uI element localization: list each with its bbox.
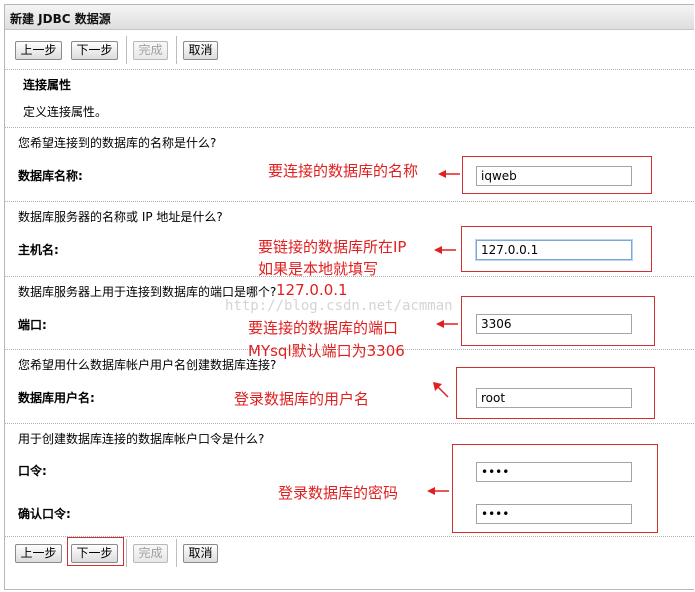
bottom-prev-button[interactable]: 上一步 [15, 544, 62, 563]
window-titlebar: 新建 JDBC 数据源 [5, 5, 694, 30]
annotation-port-line2: MYsql默认端口为3306 [248, 342, 405, 360]
window-title: 新建 JDBC 数据源 [10, 12, 111, 26]
section-description: 定义连接属性。 [23, 105, 108, 119]
db-name-label: 数据库名称: [18, 169, 83, 183]
arrow-up-left-icon [433, 382, 449, 398]
divider [5, 69, 694, 70]
divider [5, 201, 694, 202]
password-label: 口令: [18, 464, 47, 478]
annotation-user: 登录数据库的用户名 [234, 390, 370, 408]
toolbar-separator [176, 36, 177, 64]
host-question: 数据库服务器的名称或 IP 地址是什么? [18, 210, 223, 224]
port-input[interactable] [476, 314, 632, 334]
user-input[interactable] [476, 388, 632, 408]
divider [5, 423, 694, 424]
bottom-cancel-button[interactable]: 取消 [183, 544, 218, 563]
bottom-next-button[interactable]: 下一步 [71, 544, 118, 563]
annotation-db-name: 要连接的数据库的名称 [268, 162, 419, 180]
arrow-left-icon [434, 246, 456, 254]
port-label: 端口: [18, 318, 47, 332]
password-question: 用于创建数据库连接的数据库帐户口令是什么? [18, 432, 265, 446]
section-heading: 连接属性 [23, 78, 72, 92]
toolbar-separator [176, 539, 177, 567]
top-prev-button[interactable]: 上一步 [15, 41, 62, 60]
arrow-left-icon [438, 170, 460, 178]
annotation-host-line1: 要链接的数据库所在IP [258, 238, 407, 256]
annotation-host-line3: 127.0.0.1 [276, 281, 348, 299]
bottom-finish-button[interactable]: 完成 [133, 544, 168, 563]
user-question: 您希望用什么数据库帐户用户名创建数据库连接? [18, 358, 277, 372]
db-name-question: 您希望连接到的数据库的名称是什么? [18, 136, 217, 150]
top-finish-button[interactable]: 完成 [133, 41, 168, 60]
arrow-left-icon [436, 320, 458, 328]
toolbar-separator [126, 539, 127, 567]
host-label: 主机名: [18, 243, 59, 257]
user-label: 数据库用户名: [18, 391, 95, 405]
annotation-host-line2: 如果是本地就填写 [258, 260, 379, 278]
annotation-port-line1: 要连接的数据库的端口 [248, 319, 399, 337]
annotation-password: 登录数据库的密码 [278, 484, 399, 502]
password-input[interactable] [476, 462, 632, 482]
arrow-left-icon [427, 487, 449, 495]
host-input[interactable] [476, 240, 632, 260]
top-next-button[interactable]: 下一步 [71, 41, 118, 60]
confirm-password-input[interactable] [476, 504, 632, 524]
divider [5, 536, 694, 537]
confirm-password-label: 确认口令: [18, 507, 71, 521]
top-cancel-button[interactable]: 取消 [183, 41, 218, 60]
toolbar-separator [126, 36, 127, 64]
watermark-text: http://blog.csdn.net/acmman [225, 298, 453, 314]
divider [5, 127, 694, 128]
db-name-input[interactable] [476, 166, 632, 186]
